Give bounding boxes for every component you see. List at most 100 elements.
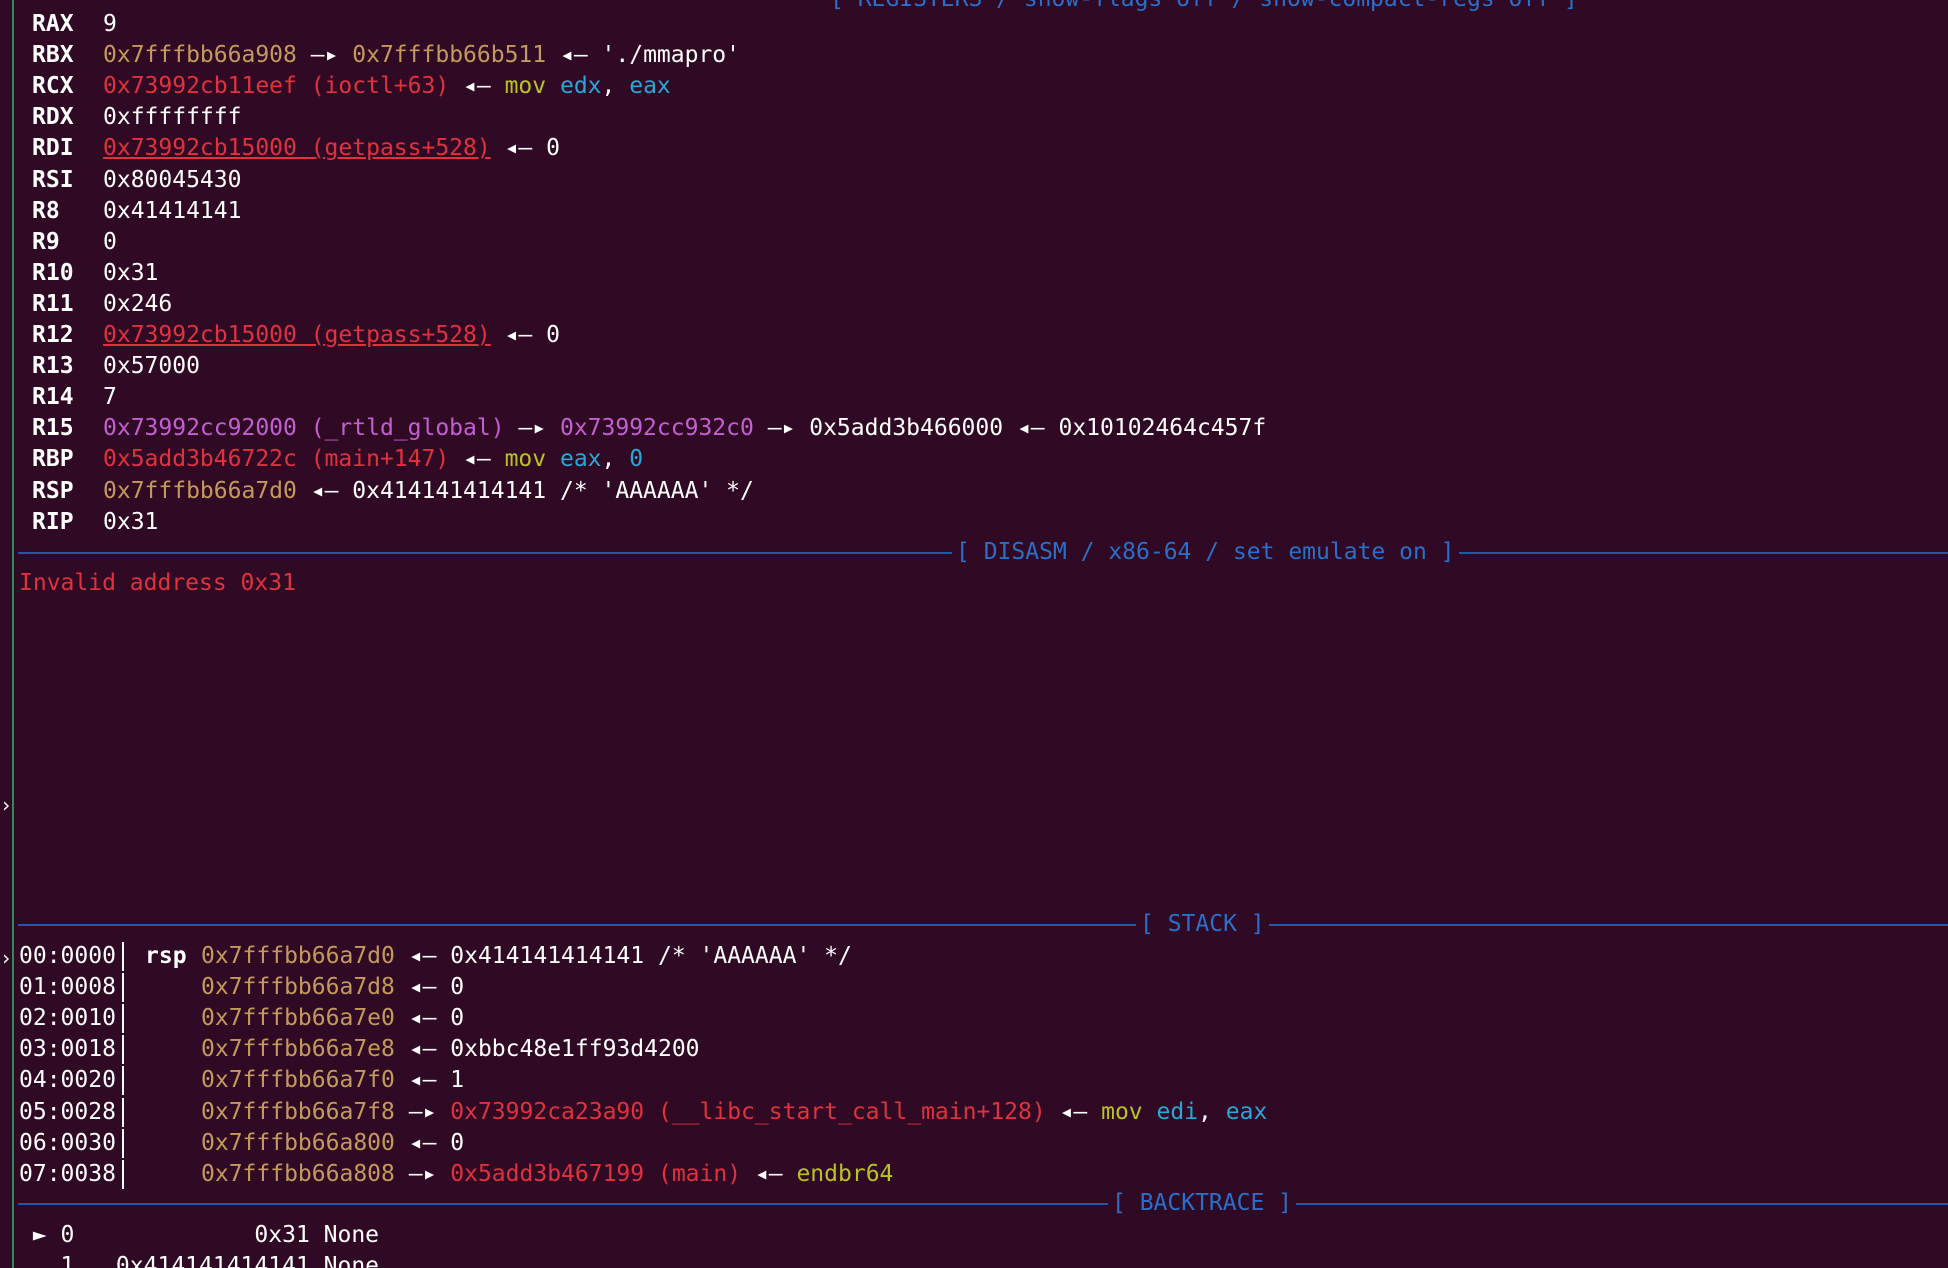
register-row: RDX 0xffffffff xyxy=(32,102,241,133)
register-row: RSI 0x80045430 xyxy=(32,165,241,196)
value-segment: ◂— 1 xyxy=(394,1067,465,1094)
stack-offset: 02:0010 xyxy=(19,1005,116,1032)
value-segment: 0x31 xyxy=(103,508,159,535)
stack-address: 0x7fffbb66a808 xyxy=(201,1160,395,1187)
value-segment: 0x73992cc92000 (_rtld_global) xyxy=(103,415,505,442)
register-row: RBP 0x5add3b46722c (main+147) ◂— mov eax,… xyxy=(32,444,643,475)
value-segment: ◂— './mmapro' xyxy=(546,42,741,69)
disasm-section-title: [ DISASM / x86-64 / set emulate on ] xyxy=(952,537,1459,568)
registers-section-title: [ REGISTERS / show-flags off / show-comp… xyxy=(830,0,1578,15)
value-segment: 0x73992cb15000 (getpass+528) xyxy=(103,322,491,348)
value-segment: 0x5add3b46722c (main+147) xyxy=(103,446,450,473)
register-row: R14 7 xyxy=(32,382,117,413)
stack-row: 04:0020 0x7fffbb66a7f0 ◂— 1 xyxy=(19,1065,464,1096)
register-row: RCX 0x73992cb11eef (ioctl+63) ◂— mov edx,… xyxy=(32,71,671,102)
left-edge-glyph: › xyxy=(0,793,13,817)
register-name: R15 xyxy=(32,415,74,442)
value-segment: 0x80045430 xyxy=(103,166,242,193)
value-segment: 0x5add3b467199 (main) xyxy=(450,1160,742,1187)
stack-offset: 07:0038 xyxy=(19,1160,116,1187)
stack-offset: 05:0028 xyxy=(19,1098,116,1125)
register-row: R11 0x246 xyxy=(32,289,172,320)
stack-column-separator xyxy=(122,1035,124,1065)
value-segment: ◂— xyxy=(741,1160,797,1187)
stack-column-separator xyxy=(122,1004,124,1034)
value-segment xyxy=(546,73,560,99)
value-segment: —▸ xyxy=(394,1160,451,1187)
value-segment: edi xyxy=(1156,1098,1199,1125)
register-name: RAX xyxy=(32,11,74,37)
value-segment: ◂— xyxy=(1045,1098,1102,1125)
stack-row: 02:0010 0x7fffbb66a7e0 ◂— 0 xyxy=(19,1003,464,1034)
stack-row: 00:0000 rsp 0x7fffbb66a7d0 ◂— 0x4141414141… xyxy=(19,941,852,972)
stack-row: 07:0038 0x7fffbb66a808 —▸ 0x5add3b467199 … xyxy=(19,1159,893,1190)
left-edge-glyph: › xyxy=(0,946,13,970)
disasm-error-message: Invalid address 0x31 xyxy=(19,570,296,596)
register-row: RDI 0x73992cb15000 (getpass+528) ◂— 0 xyxy=(32,133,560,164)
value-segment: 0 xyxy=(629,446,644,473)
register-name: RBX xyxy=(32,42,74,69)
stack-offset: 00:0000 xyxy=(19,943,116,969)
value-segment: , xyxy=(601,73,630,100)
register-name: R10 xyxy=(32,259,74,286)
value-segment: eax xyxy=(629,73,671,100)
value-segment: 9 xyxy=(103,11,117,37)
value-segment: eax xyxy=(559,446,602,473)
register-row: R8 0x41414141 xyxy=(32,196,241,227)
stack-pointer-tag: rsp xyxy=(145,943,187,969)
value-segment: 0x7fffbb66a908 xyxy=(103,42,297,69)
register-name: R11 xyxy=(32,290,74,317)
register-name: R13 xyxy=(32,353,74,380)
value-segment: 0x57000 xyxy=(103,353,200,380)
stack-offset: 03:0018 xyxy=(19,1036,116,1063)
register-row: R13 0x57000 xyxy=(32,351,200,382)
register-name: R12 xyxy=(32,322,74,348)
stack-column-separator xyxy=(122,1128,124,1158)
value-segment: mov xyxy=(504,446,547,473)
stack-row: 05:0028 0x7fffbb66a7f8 —▸ 0x73992ca23a90 … xyxy=(19,1097,1267,1128)
value-segment: —▸ 0x5add3b466000 ◂— 0x10102464c457f xyxy=(753,415,1267,442)
value-segment: ◂— 0xbbc48e1ff93d4200 xyxy=(394,1036,700,1063)
register-name: RDX xyxy=(32,104,74,131)
backtrace-frame: ► 0 0x31 None xyxy=(19,1222,380,1248)
register-name: R14 xyxy=(32,384,74,411)
value-segment: ◂— 0x414141414141 /* 'AAAAAA' */ xyxy=(296,477,754,504)
value-segment: 0 xyxy=(103,228,117,255)
value-segment: 0x73992ca23a90 (__libc_start_call_main+1… xyxy=(450,1098,1046,1125)
stack-section-title: [ STACK ] xyxy=(1136,909,1269,940)
value-segment: ◂— 0x414141414141 /* 'AAAAAA' */ xyxy=(394,943,852,969)
register-name: RSI xyxy=(32,166,74,193)
register-row: RAX 9 xyxy=(32,9,117,40)
value-segment: ◂— xyxy=(449,446,505,473)
stack-row: 06:0030 0x7fffbb66a800 ◂— 0 xyxy=(19,1128,464,1159)
value-segment: 0x7fffbb66a7d0 xyxy=(103,477,297,504)
stack-column-separator xyxy=(122,973,124,1003)
stack-column-separator xyxy=(122,942,124,971)
value-segment: edx xyxy=(559,73,602,100)
stack-address: 0x7fffbb66a7f0 xyxy=(201,1067,395,1094)
register-row: R10 0x31 xyxy=(32,258,158,289)
value-segment: ◂— 0 xyxy=(490,135,560,162)
stack-address: 0x7fffbb66a800 xyxy=(201,1129,395,1156)
value-segment: ◂— 0 xyxy=(394,1005,465,1032)
value-segment: —▸ xyxy=(296,42,353,69)
value-segment: —▸ xyxy=(394,1098,451,1125)
backtrace-separator xyxy=(18,1203,1948,1205)
value-segment: mov xyxy=(504,73,547,100)
terminal-window[interactable]: › › [ REGISTERS / show-flags off / show-… xyxy=(0,0,1948,1268)
register-name: RSP xyxy=(32,477,74,504)
value-segment: endbr64 xyxy=(796,1160,894,1187)
value-segment: ◂— 0 xyxy=(490,322,560,348)
register-row: R12 0x73992cb15000 (getpass+528) ◂— 0 xyxy=(32,320,560,351)
register-row: RSP 0x7fffbb66a7d0 ◂— 0x414141414141 /* '… xyxy=(32,476,754,507)
value-segment: ◂— 0 xyxy=(394,1129,465,1156)
stack-address: 0x7fffbb66a7e0 xyxy=(201,1005,395,1032)
stack-column-separator xyxy=(122,1159,124,1189)
stack-offset: 04:0020 xyxy=(19,1067,116,1094)
value-segment: 7 xyxy=(103,384,117,411)
value-segment xyxy=(1143,1099,1157,1125)
register-name: RBP xyxy=(32,446,74,473)
stack-column-separator xyxy=(122,1097,124,1127)
register-name: RDI xyxy=(32,135,74,162)
stack-address: 0x7fffbb66a7d8 xyxy=(201,974,395,1001)
